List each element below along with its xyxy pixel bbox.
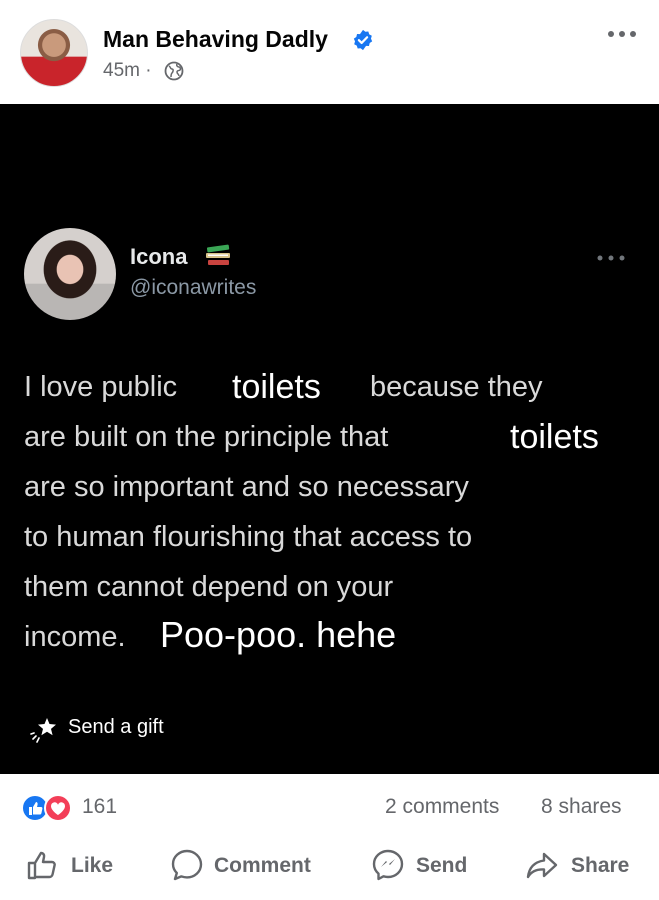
tweet-text: I love public toilets because they are b…	[24, 362, 644, 662]
tweet-more-icon	[597, 255, 625, 261]
tweet-text-segment: income.	[24, 621, 126, 653]
tweet-line: income. Poo-poo. hehe	[24, 612, 644, 662]
tweet-line: are so important and so necessary	[24, 471, 469, 503]
post-action-bar: Like Comment Send Share	[0, 840, 659, 900]
love-reaction-icon[interactable]	[44, 794, 72, 822]
like-label: Like	[71, 854, 114, 877]
author-avatar[interactable]	[20, 19, 88, 87]
tweet-line: them cannot depend on your	[24, 571, 394, 603]
tweet-line: I love public toilets because they	[24, 362, 644, 412]
tweet-line: are built on the principle that toilets	[24, 412, 644, 462]
share-icon	[526, 852, 558, 879]
more-options-icon[interactable]	[607, 28, 637, 40]
like-icon	[27, 851, 56, 880]
like-button[interactable]: Like	[25, 848, 125, 884]
verified-badge-icon	[353, 29, 373, 51]
reactions-summary: 161 2 comments 8 shares	[0, 774, 659, 840]
tweet-author-avatar	[24, 228, 116, 320]
share-button[interactable]: Share	[525, 848, 640, 884]
post-header: Man Behaving Dadly 45m ·	[0, 0, 659, 104]
books-icon	[206, 244, 230, 265]
shares-count[interactable]: 8 shares	[541, 795, 622, 819]
tweet-text-segment: are built on the principle that	[24, 421, 389, 453]
post-timestamp[interactable]: 45m ·	[103, 60, 152, 82]
tweet-text-segment: because they	[370, 371, 543, 403]
overlay-text: Poo-poo. hehe	[160, 614, 397, 655]
send-gift-label: Send a gift	[68, 716, 164, 738]
tweet-author-handle: @iconawrites	[130, 276, 257, 299]
send-button[interactable]: Send	[371, 848, 481, 884]
shared-tweet-image[interactable]: Icona @iconawrites I love public toilets…	[0, 104, 659, 774]
overlay-text: toilets	[232, 368, 321, 406]
comments-count[interactable]: 2 comments	[385, 795, 499, 819]
send-label: Send	[416, 854, 468, 877]
share-label: Share	[571, 854, 630, 877]
globe-icon	[164, 61, 184, 81]
messenger-icon	[372, 849, 404, 881]
overlay-text: toilets	[510, 418, 599, 456]
tweet-line: to human flourishing that access to	[24, 521, 473, 553]
gift-icon	[30, 718, 56, 743]
tweet-text-segment: I love public	[24, 371, 178, 403]
comment-button[interactable]: Comment	[170, 848, 330, 884]
reaction-count[interactable]: 161	[82, 795, 117, 819]
tweet-author-name: Icona	[130, 244, 188, 269]
author-name[interactable]: Man Behaving Dadly	[103, 26, 328, 53]
comment-label: Comment	[214, 854, 311, 877]
comment-icon	[171, 849, 203, 881]
